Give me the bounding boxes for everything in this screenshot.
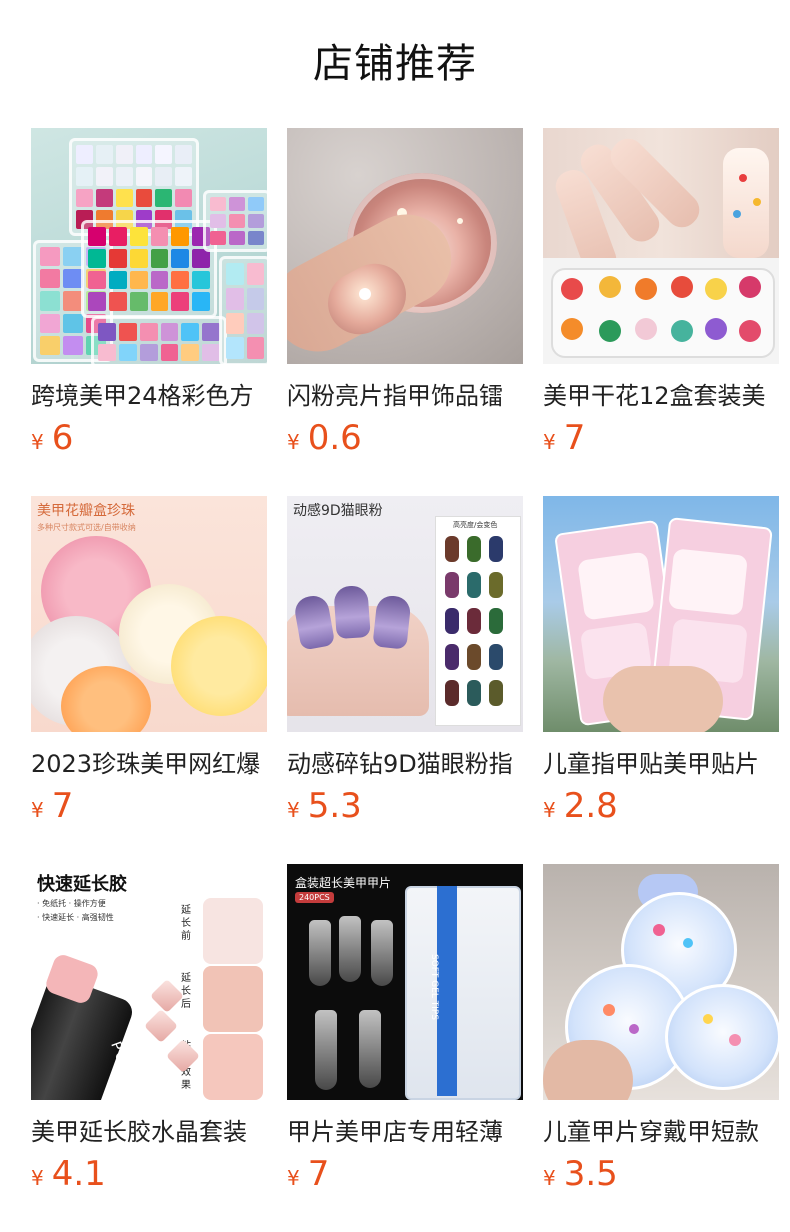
product-image[interactable] (543, 496, 779, 732)
product-name[interactable]: 2023珍珠美甲网红爆 (31, 748, 267, 780)
product-image[interactable] (543, 864, 779, 1100)
image-subcaption: 多种尺寸款式可选/自带收纳 (37, 523, 136, 532)
currency-symbol: ¥ (31, 430, 44, 454)
price-value: 4.1 (51, 1154, 106, 1194)
product-name[interactable]: 美甲延长胶水晶套装 (31, 1116, 267, 1148)
product-name[interactable]: 美甲干花12盒套装美 (543, 380, 779, 412)
page-title: 店铺推荐 (313, 41, 477, 87)
currency-symbol: ¥ (543, 430, 556, 454)
product-name[interactable]: 儿童指甲贴美甲贴片 (543, 748, 779, 780)
image-caption: 美甲花瓣盒珍珠 (37, 503, 135, 519)
currency-symbol: ¥ (31, 798, 44, 822)
image-caption: 盒装超长美甲甲片 (295, 876, 392, 890)
box-label: SOFT GEL TIPS (429, 954, 439, 1021)
price-value: 7 (563, 418, 586, 458)
product-price: ¥7 (31, 786, 267, 826)
image-caption: 快速延长胶 (37, 874, 127, 895)
price-value: 0.6 (307, 418, 362, 458)
product-image[interactable]: 动感9D猫眼粉 高亮度/会变色 (287, 496, 523, 732)
product-name[interactable]: 闪粉亮片指甲饰品镭 (287, 380, 523, 412)
product-card[interactable]: 动感9D猫眼粉 高亮度/会变色 动感碎钻9D猫眼粉指 ¥ 5.3 (287, 496, 523, 826)
product-card[interactable]: 美甲花瓣盒珍珠 多种尺寸款式可选/自带收纳 2023珍珠美甲网红爆 ¥7 (31, 496, 267, 826)
currency-symbol: ¥ (543, 798, 556, 822)
price-value: 2.8 (563, 786, 618, 826)
product-price: ¥2.8 (543, 786, 779, 826)
product-image[interactable] (543, 128, 779, 364)
product-card[interactable]: 闪粉亮片指甲饰品镭 ¥0.6 (287, 128, 523, 458)
product-name[interactable]: 甲片美甲店专用轻薄 (287, 1116, 523, 1148)
product-card[interactable]: 盒装超长美甲甲片 240PCS SOFT GEL TIPS 甲片美甲店专用轻薄 … (287, 864, 523, 1194)
product-price: ¥6 (31, 418, 267, 458)
product-image[interactable] (31, 128, 267, 364)
product-name[interactable]: 儿童甲片穿戴甲短款 (543, 1116, 779, 1148)
product-price: ¥7 (543, 418, 779, 458)
product-price: ¥0.6 (287, 418, 523, 458)
product-card[interactable]: 儿童指甲贴美甲贴片 ¥2.8 (543, 496, 779, 826)
product-name[interactable]: 动感碎钻9D猫眼粉指 (287, 748, 523, 780)
product-price: ¥4.1 (31, 1154, 267, 1194)
currency-symbol: ¥ (543, 1166, 556, 1190)
image-bullet: · 免纸托 · 操作方便 (37, 899, 106, 908)
swatch-card-label: 高亮度/会变色 (453, 521, 498, 529)
price-value: 3.5 (563, 1154, 618, 1194)
product-image[interactable]: 美甲花瓣盒珍珠 多种尺寸款式可选/自带收纳 (31, 496, 267, 732)
product-image[interactable]: 快速延长胶 · 免纸托 · 操作方便 · 快速延长 · 高强韧性 延长前 延长后… (31, 864, 267, 1100)
currency-symbol: ¥ (287, 430, 300, 454)
count-badge: 240PCS (295, 892, 334, 903)
product-card[interactable]: 儿童甲片穿戴甲短款 ¥3.5 (543, 864, 779, 1194)
price-value: 5.3 (307, 786, 362, 826)
product-card[interactable]: 跨境美甲24格彩色方 ¥6 (31, 128, 267, 458)
product-card[interactable]: 美甲干花12盒套装美 ¥7 (543, 128, 779, 458)
product-name[interactable]: 跨境美甲24格彩色方 (31, 380, 267, 412)
product-card[interactable]: 快速延长胶 · 免纸托 · 操作方便 · 快速延长 · 高强韧性 延长前 延长后… (31, 864, 267, 1194)
product-grid: 跨境美甲24格彩色方 ¥6 闪粉亮片指甲饰品镭 ¥0.6 美甲干花12盒套装美 … (31, 128, 779, 1194)
currency-symbol: ¥ (287, 798, 300, 822)
after-label: 延长后 (181, 973, 191, 1010)
before-label: 延长前 (181, 905, 191, 942)
product-price: ¥3.5 (543, 1154, 779, 1194)
image-caption: 动感9D猫眼粉 (293, 503, 383, 519)
price-value: 7 (307, 1154, 330, 1194)
shop-recommend-page: 店铺推荐 跨境美甲24格彩色方 ¥ 6 闪粉亮片指甲饰品镭 ¥ 0.6 美甲干花… (0, 0, 790, 1232)
currency-symbol: ¥ (287, 1166, 300, 1190)
image-bullet: · 快速延长 · 高强韧性 (37, 913, 114, 922)
currency-symbol: ¥ (31, 1166, 44, 1190)
price-value: 7 (51, 786, 74, 826)
product-image[interactable] (287, 128, 523, 364)
product-price: ¥5.3 (287, 786, 523, 826)
product-price: ¥7 (287, 1154, 523, 1194)
price-value: 6 (51, 418, 74, 458)
product-image[interactable]: 盒装超长美甲甲片 240PCS SOFT GEL TIPS (287, 864, 523, 1100)
